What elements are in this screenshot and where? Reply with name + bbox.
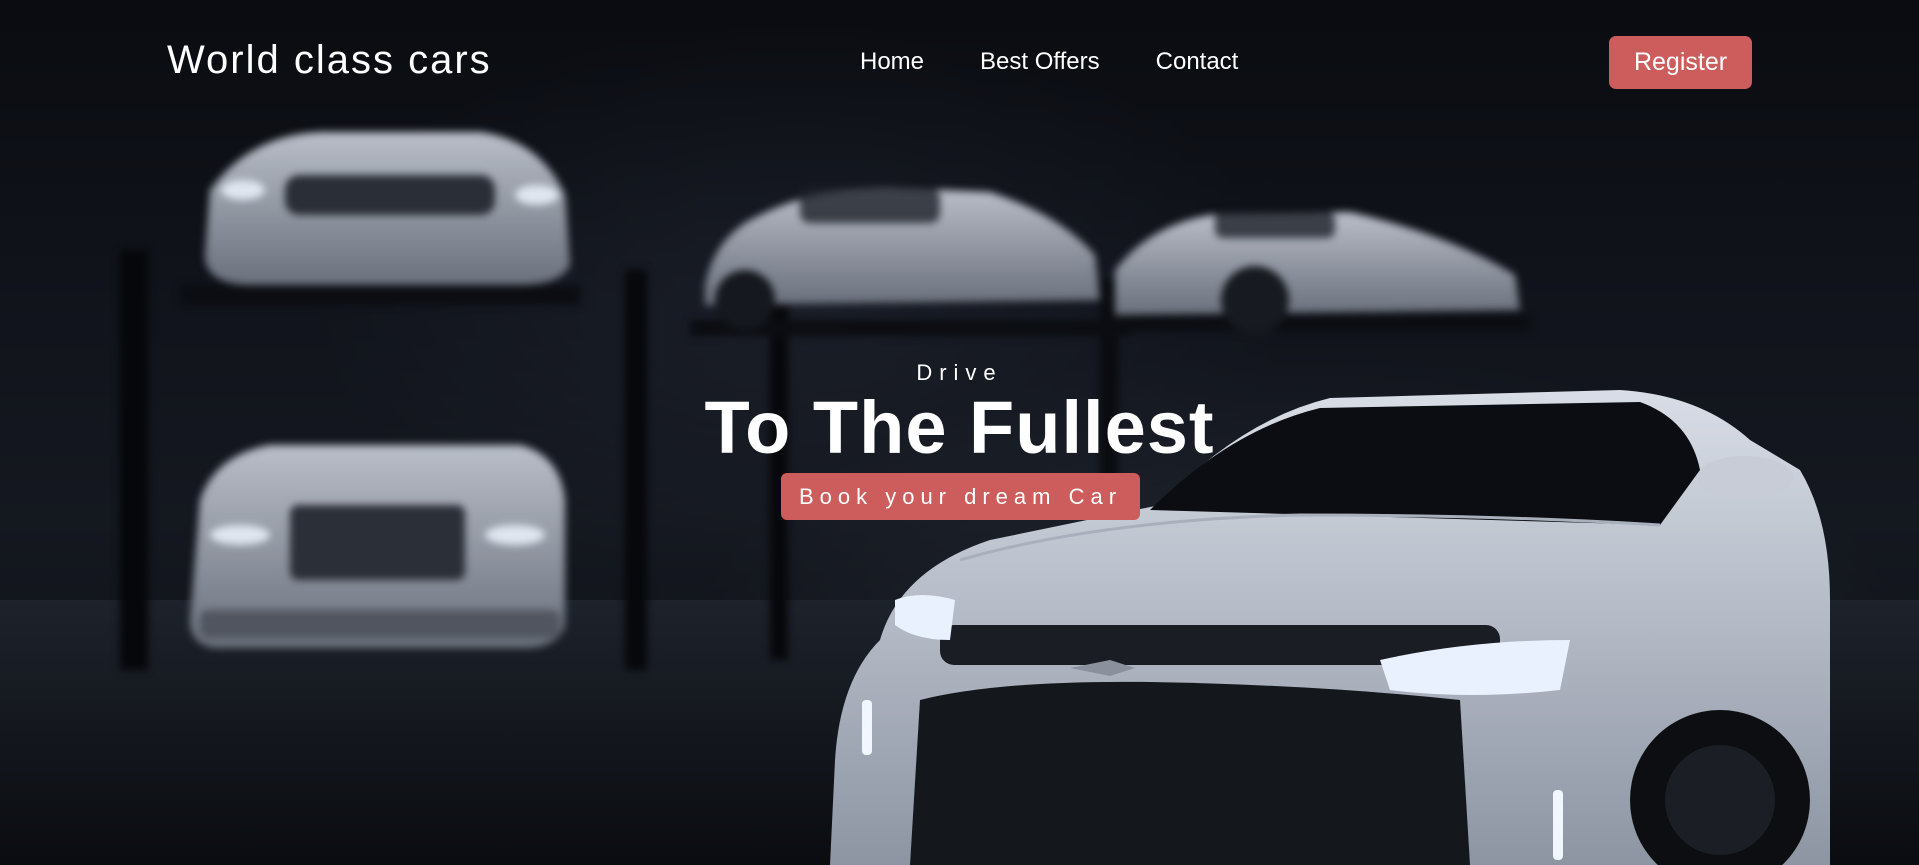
main-menu: Home Best Offers Contact <box>860 48 1238 76</box>
hero-background-image <box>0 0 1919 865</box>
register-button[interactable]: Register <box>1609 36 1752 89</box>
book-dream-car-button[interactable]: Book your dream Car <box>781 473 1140 520</box>
nav-link-best-offers[interactable]: Best Offers <box>980 48 1100 76</box>
nav-link-contact[interactable]: Contact <box>1156 48 1239 76</box>
nav-link-home[interactable]: Home <box>860 48 924 76</box>
top-navigation: World class cars Home Best Offers Contac… <box>0 0 1919 125</box>
site-logo[interactable]: World class cars <box>167 38 492 83</box>
hero-section: World class cars Home Best Offers Contac… <box>0 0 1919 865</box>
